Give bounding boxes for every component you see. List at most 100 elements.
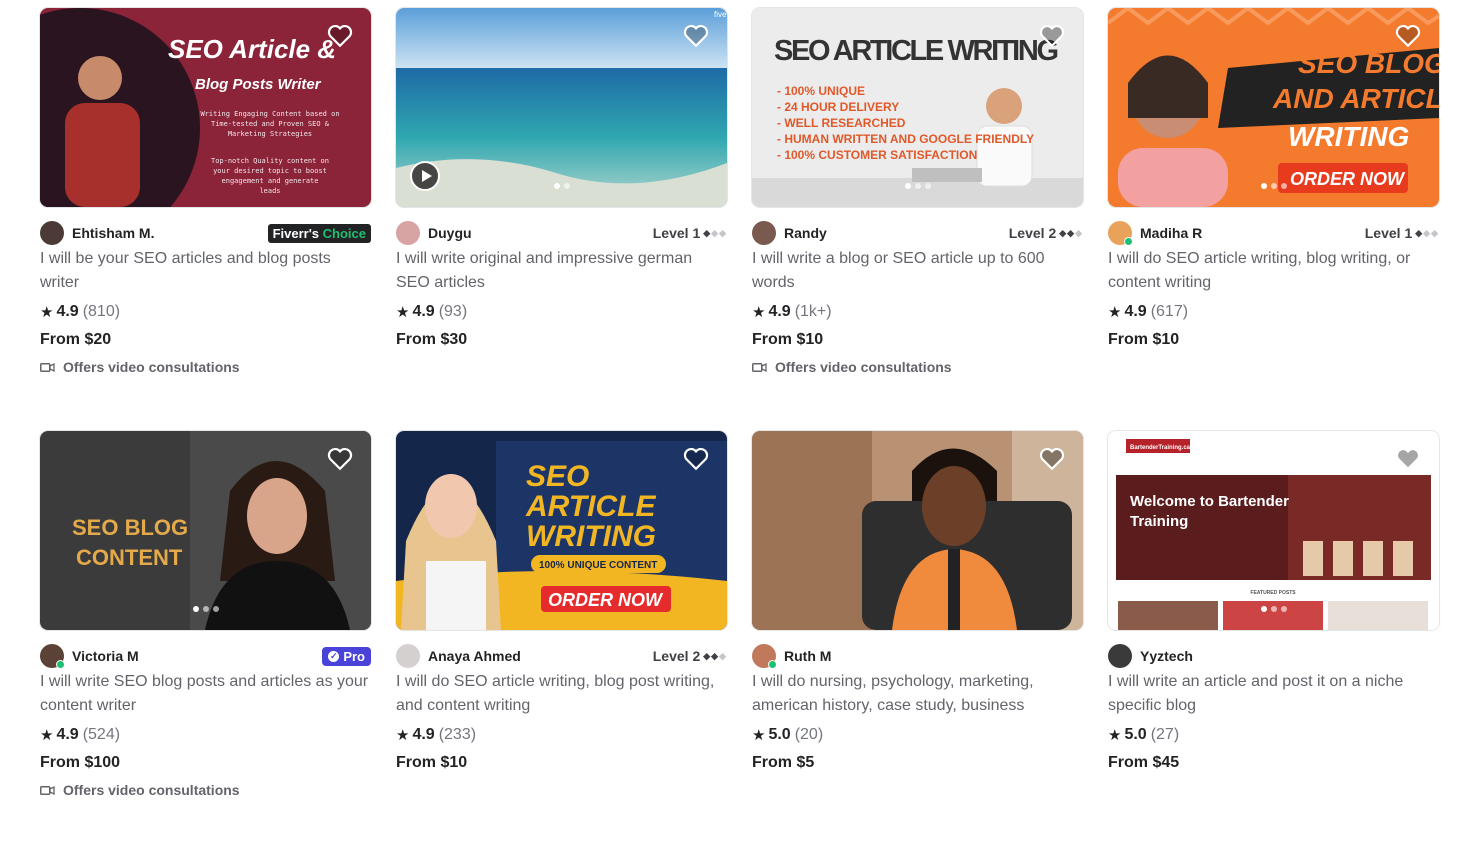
rating-score: 4.9 [1124,303,1147,320]
favorite-heart-icon[interactable] [683,24,709,48]
gig-thumbnail[interactable]: SEO BLOG CONTENT [40,431,371,630]
svg-text:WRITING: WRITING [1288,121,1409,152]
gig-thumbnail[interactable]: SEO ARTICLE WRITING - 100% UNIQUE - 24 H… [752,8,1083,207]
video-camera-icon [40,362,55,372]
gig-title[interactable]: I will write an article and post it on a… [1108,670,1439,718]
gig-card[interactable]: SEO ARTICLE WRITING - 100% UNIQUE - 24 H… [752,8,1083,431]
svg-text:- 100% UNIQUE: - 100% UNIQUE [777,84,865,98]
svg-text:SEO BLOG: SEO BLOG [72,515,188,540]
seller-avatar[interactable] [396,644,420,668]
seller-row: Duygu Level 1 ◆◆◆ [396,221,727,245]
level-diamonds: ◆◆◆ [703,650,727,661]
gig-card[interactable]: Ruth M I will do nursing, psychology, ma… [752,431,1083,854]
gig-title[interactable]: I will be your SEO articles and blog pos… [40,247,371,295]
seller-avatar[interactable] [1108,221,1133,246]
seller-avatar[interactable] [396,221,420,245]
seller-level: Level 1 ◆◆◆ [1364,225,1439,241]
favorite-heart-icon[interactable] [683,447,709,471]
gig-title[interactable]: I will write SEO blog posts and articles… [40,670,371,718]
gig-thumbnail[interactable]: five [396,8,727,207]
thumbnail-image: BartenderTraining.ca Welcome to Bartende… [1108,431,1439,630]
rating-score: 4.9 [56,726,79,743]
svg-text:CONTENT: CONTENT [76,545,183,570]
review-count: (93) [438,303,468,320]
consult-label: Offers video consultations [775,359,952,375]
svg-text:BartenderTraining.ca: BartenderTraining.ca [1130,445,1191,451]
svg-text:engagement and generate: engagement and generate [222,177,319,185]
svg-text:Blog Posts Writer: Blog Posts Writer [195,76,322,93]
video-consultation: Offers video consultations [40,359,371,375]
svg-text:- 24 HOUR DELIVERY: - 24 HOUR DELIVERY [777,100,899,114]
favorite-heart-icon[interactable] [1395,447,1421,471]
gig-title[interactable]: I will do nursing, psychology, marketing… [752,670,1083,718]
gig-card[interactable]: SEO ARTICLE WRITING 100% UNIQUE CONTENT … [396,431,727,854]
gig-card[interactable]: SEO BLOG CONTENT Victoria M ✓ Pro I will … [40,431,371,854]
gig-title[interactable]: I will write original and impressive ger… [396,247,727,295]
gig-card[interactable]: SEO BLOG AND ARTICLE WRITING ORDER NOW M… [1108,8,1439,431]
seller-avatar[interactable] [40,644,65,669]
gig-thumbnail[interactable]: SEO ARTICLE WRITING 100% UNIQUE CONTENT … [396,431,727,630]
star-icon: ★ [40,727,54,744]
rating-score: 5.0 [768,726,791,743]
star-icon: ★ [1108,727,1122,744]
gig-title[interactable]: I will do SEO article writing, blog writ… [1108,247,1439,295]
favorite-heart-icon[interactable] [1395,24,1421,48]
carousel-dots [904,183,931,189]
seller-name[interactable]: Victoria M [72,648,139,664]
seller-name[interactable]: Anaya Ahmed [428,648,521,664]
seller-name[interactable]: Ruth M [784,648,831,664]
svg-text:100% UNIQUE CONTENT: 100% UNIQUE CONTENT [539,560,657,571]
gig-title[interactable]: I will write a blog or SEO article up to… [752,247,1083,295]
favorite-heart-icon[interactable] [327,24,353,48]
favorite-heart-icon[interactable] [1039,447,1065,471]
video-consultation: Offers video consultations [40,782,371,798]
gig-price: From $5 [752,754,815,771]
gig-thumbnail[interactable]: SEO Article & Blog Posts Writer Writing … [40,8,371,207]
seller-avatar[interactable] [752,221,776,245]
star-icon: ★ [752,304,766,321]
favorite-heart-icon[interactable] [1039,24,1065,48]
svg-text:FEATURED POSTS: FEATURED POSTS [1250,590,1296,596]
review-count: (810) [82,303,121,320]
online-indicator [768,660,777,669]
seller-name[interactable]: Ehtisham M. [72,225,154,241]
thumbnail-image: SEO Article & Blog Posts Writer Writing … [40,8,371,207]
seller-row: Anaya Ahmed Level 2 ◆◆◆ [396,644,727,668]
review-count: (524) [82,726,121,743]
rating-score: 4.9 [412,303,435,320]
video-camera-icon [40,785,55,795]
seller-level: Level 1 ◆◆◆ [652,225,727,241]
thumbnail-image: SEO ARTICLE WRITING 100% UNIQUE CONTENT … [396,431,727,630]
seller-name[interactable]: Duygu [428,225,472,241]
seller-row: Victoria M ✓ Pro [40,644,371,669]
gig-title[interactable]: I will do SEO article writing, blog post… [396,670,727,718]
gig-rating: ★ 5.0 (20) [752,726,1083,744]
svg-text:ORDER NOW: ORDER NOW [548,590,664,610]
seller-row: Yyztech [1108,644,1439,668]
seller-avatar[interactable] [40,221,64,245]
star-icon: ★ [396,304,410,321]
gig-thumbnail[interactable]: SEO BLOG AND ARTICLE WRITING ORDER NOW [1108,8,1439,207]
gig-card[interactable]: BartenderTraining.ca Welcome to Bartende… [1108,431,1439,854]
play-video-icon[interactable] [410,161,440,191]
carousel-dots [1260,183,1287,189]
seller-name[interactable]: Randy [784,225,827,241]
svg-text:five: five [714,10,727,19]
svg-text:Writing Engaging Content based: Writing Engaging Content based on [200,110,339,118]
gig-thumbnail[interactable] [752,431,1083,630]
gig-thumbnail[interactable]: BartenderTraining.ca Welcome to Bartende… [1108,431,1439,630]
svg-text:SEO ARTICLE WRITING: SEO ARTICLE WRITING [774,35,1059,67]
seller-name[interactable]: Yyztech [1140,648,1193,664]
gig-card[interactable]: SEO Article & Blog Posts Writer Writing … [40,8,371,431]
gig-price: From $30 [396,331,468,348]
gig-card[interactable]: five Duygu Level 1 ◆◆◆ I will write origi… [396,8,727,431]
svg-text:SEO BLOG: SEO BLOG [1298,48,1439,79]
seller-name[interactable]: Madiha R [1140,225,1202,241]
svg-text:AND ARTICLE: AND ARTICLE [1272,83,1439,114]
gig-price: From $20 [40,331,112,348]
rating-score: 5.0 [1124,726,1147,743]
seller-avatar[interactable] [752,644,777,669]
seller-avatar[interactable] [1108,644,1132,668]
favorite-heart-icon[interactable] [327,447,353,471]
svg-text:SEO: SEO [526,460,589,493]
